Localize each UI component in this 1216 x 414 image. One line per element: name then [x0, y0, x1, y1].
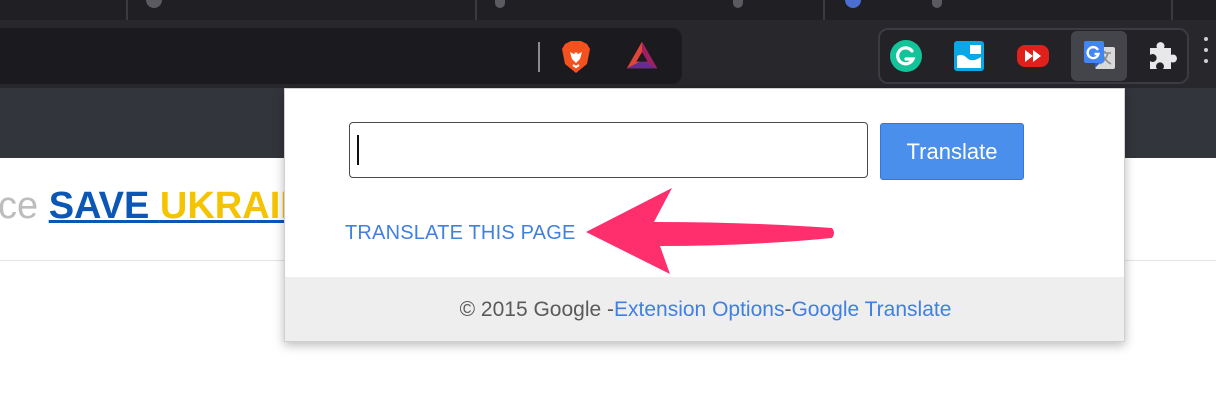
banner-prefix: ce: [0, 185, 49, 227]
translate-text-input[interactable]: [349, 122, 868, 178]
youtube-forward-icon[interactable]: [1016, 39, 1050, 73]
footer-separator: -: [784, 298, 792, 321]
tab-favicon-icon[interactable]: [845, 0, 861, 8]
tab-favicon-icon[interactable]: [495, 0, 505, 8]
translate-button[interactable]: Translate: [880, 123, 1024, 180]
tab-favicon-icon[interactable]: [146, 0, 162, 8]
translate-this-page-link[interactable]: TRANSLATE THIS PAGE: [345, 222, 576, 245]
banner-save-text[interactable]: SAVE: [49, 185, 160, 227]
annotation-arrow: [586, 188, 834, 274]
copyright-text: © 2015 Google -: [459, 298, 615, 321]
tab-separator: [475, 0, 477, 20]
text-caret: [357, 135, 359, 165]
browser-menu-icon[interactable]: [1204, 37, 1208, 73]
window-extension-icon[interactable]: [952, 39, 986, 73]
address-bar-divider: [538, 42, 540, 72]
brave-shields-icon[interactable]: [559, 40, 593, 74]
tab-separator: [126, 0, 128, 20]
tab-close-icon[interactable]: [733, 0, 743, 8]
tab-strip: [0, 0, 1216, 20]
tab-close-icon[interactable]: [932, 0, 942, 8]
google-translate-icon[interactable]: [1082, 39, 1116, 73]
popup-footer: © 2015 Google - Extension Options - Goog…: [285, 277, 1124, 341]
grammarly-icon[interactable]: [889, 39, 923, 73]
brave-rewards-icon[interactable]: [625, 38, 659, 72]
extension-options-link[interactable]: Extension Options: [614, 298, 784, 322]
puzzle-icon[interactable]: [1145, 39, 1179, 73]
google-translate-link[interactable]: Google Translate: [791, 298, 951, 322]
tab-separator: [1171, 0, 1173, 20]
tab-separator: [823, 0, 825, 20]
